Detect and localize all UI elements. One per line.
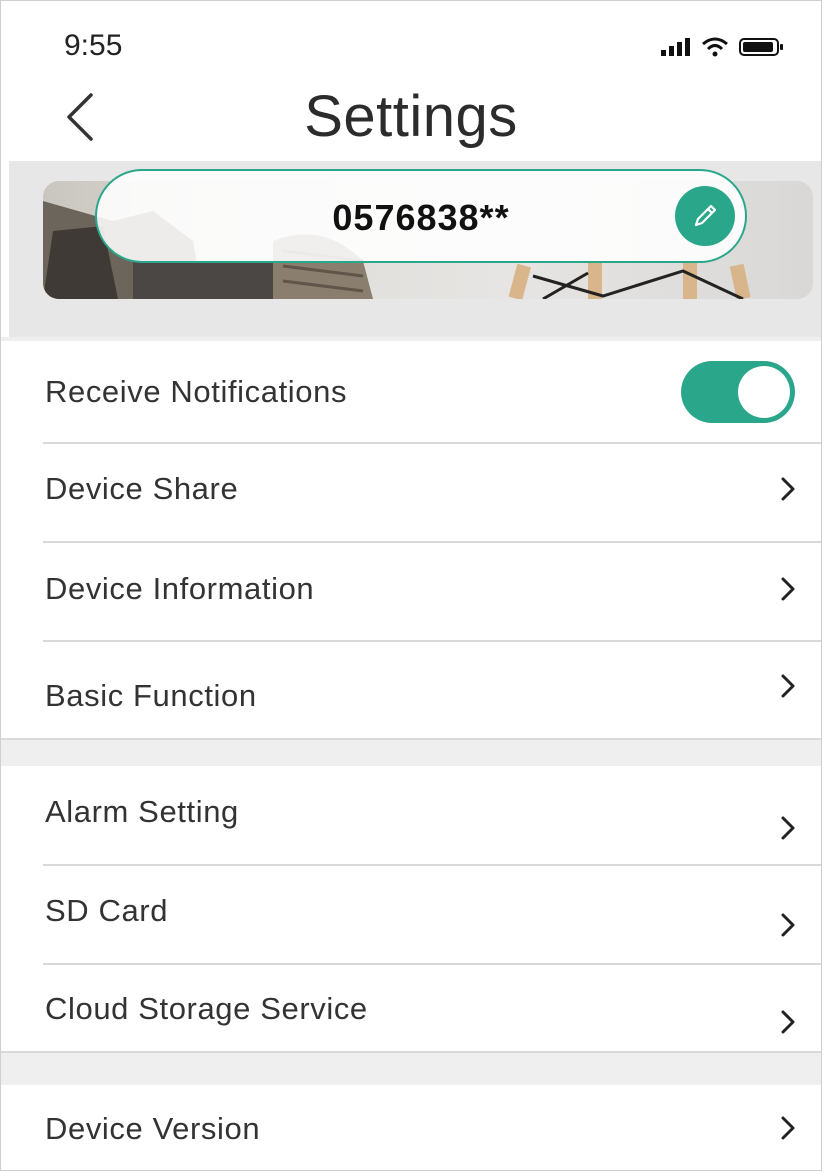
status-time: 9:55 (64, 29, 123, 62)
chevron-right-icon (781, 1010, 795, 1034)
cloud-storage-service-row[interactable]: Cloud Storage Service (1, 965, 821, 1051)
device-version-row[interactable]: Device Version (1, 1085, 821, 1170)
device-information-row[interactable]: Device Information (1, 543, 821, 640)
device-name: 0576838** (332, 197, 510, 238)
page-title: Settings (304, 84, 518, 149)
section-separator (1, 1051, 821, 1087)
signal-icon (661, 38, 690, 56)
device-name-pill: 0576838** (95, 169, 747, 263)
cloud-storage-service-label: Cloud Storage Service (45, 991, 368, 1026)
pencil-icon (694, 204, 717, 227)
receive-notifications-toggle[interactable] (681, 361, 795, 423)
device-share-row[interactable]: Device Share (1, 444, 821, 541)
sd-card-label: SD Card (45, 893, 169, 928)
settings-screen: 9:55 Settings 0576838** Receive Notifica… (0, 0, 822, 1171)
chevron-right-icon (781, 577, 795, 601)
section-separator (1, 738, 821, 768)
battery-icon (739, 38, 783, 56)
chevron-right-icon (781, 816, 795, 840)
chevron-right-icon (781, 913, 795, 937)
sd-card-row[interactable]: SD Card (1, 866, 821, 963)
toggle-knob (738, 366, 790, 418)
edit-name-button[interactable] (675, 186, 735, 246)
alarm-setting-label: Alarm Setting (45, 794, 239, 829)
chevron-right-icon (781, 674, 795, 698)
device-information-label: Device Information (45, 571, 315, 606)
basic-function-label: Basic Function (45, 678, 257, 713)
wifi-icon (702, 37, 728, 57)
status-icons (661, 37, 785, 57)
receive-notifications-label: Receive Notifications (45, 374, 348, 409)
chevron-right-icon (781, 1116, 795, 1140)
device-share-label: Device Share (45, 471, 239, 506)
device-version-label: Device Version (45, 1111, 261, 1146)
chevron-right-icon (781, 477, 795, 501)
alarm-setting-row[interactable]: Alarm Setting (1, 766, 821, 864)
basic-function-row[interactable]: Basic Function (1, 642, 821, 738)
